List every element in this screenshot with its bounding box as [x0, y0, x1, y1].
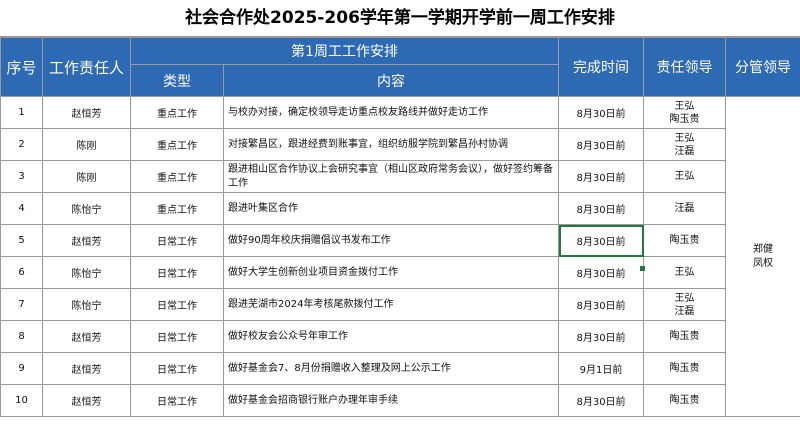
cell-person[interactable]: 赵恒芳	[42, 320, 131, 353]
cell-type[interactable]: 重点工作	[130, 160, 224, 193]
cell-no[interactable]: 8	[0, 320, 43, 353]
table-row: 1 赵恒芳 重点工作 与校办对接，确定校领导走访重点校友路线并做好走访工作 8月…	[0, 96, 800, 417]
cell-leaders[interactable]: 陶玉贵	[643, 352, 727, 385]
table-row: 9 赵恒芳 日常工作 做好基金会7、8月份捐赠收入整理及网上公示工作 9月1日前…	[0, 352, 800, 385]
cell-type[interactable]: 日常工作	[130, 256, 224, 289]
cell-person[interactable]: 赵恒芳	[42, 384, 131, 417]
cell-time[interactable]: 8月30日前	[558, 256, 645, 289]
cell-leaders[interactable]: 王弘 汪磊	[643, 128, 727, 161]
table-row: 6 陈怡宁 日常工作 做好大学生创新创业项目资金拨付工作 8月30日前 王弘	[0, 256, 800, 289]
cell-type[interactable]: 重点工作	[130, 96, 224, 129]
cell-no[interactable]: 3	[0, 160, 43, 193]
cell-leaders[interactable]: 陶玉贵	[643, 384, 727, 417]
cell-content[interactable]: 与校办对接，确定校领导走访重点校友路线并做好走访工作	[222, 96, 560, 129]
cell-person[interactable]: 陈刚	[42, 160, 131, 193]
header-fenguan[interactable]: 分管领导	[725, 37, 800, 97]
cell-no[interactable]: 5	[0, 224, 43, 257]
cell-person[interactable]: 赵恒芳	[42, 352, 131, 385]
fenguan-name: 郑健	[753, 243, 774, 255]
cell-leaders[interactable]: 陶玉贵	[643, 224, 727, 257]
leader-name: 陶玉贵	[669, 395, 700, 406]
table-body: 1 赵恒芳 重点工作 与校办对接，确定校领导走访重点校友路线并做好走访工作 8月…	[0, 96, 800, 417]
header-neirong[interactable]: 内容	[222, 64, 560, 97]
leader-name: 陶玉贵	[669, 331, 700, 342]
cell-person[interactable]: 陈刚	[42, 128, 131, 161]
table-row: 7 陈怡宁 日常工作 跟进芜湖市2024年考核尾款拨付工作 8月30日前 王弘汪…	[0, 288, 800, 321]
cell-leaders[interactable]: 陶玉贵	[643, 320, 727, 353]
cell-no[interactable]: 6	[0, 256, 43, 289]
cell-time[interactable]: 8月30日前	[558, 160, 645, 193]
cell-time-selected[interactable]: 8月30日前	[558, 224, 645, 257]
leader-name: 汪磊	[674, 145, 695, 157]
cell-person[interactable]: 陈怡宁	[42, 256, 131, 289]
header-group[interactable]: 第1周工工作安排	[129, 37, 560, 65]
table-row: 4 陈怡宁 重点工作 跟进叶集区合作 8月30日前 汪磊	[0, 192, 800, 225]
cell-person[interactable]: 赵恒芳	[42, 224, 131, 257]
cell-type[interactable]: 日常工作	[130, 352, 224, 385]
cell-no[interactable]: 1	[0, 96, 43, 129]
leader-name: 陶玉贵	[669, 363, 700, 374]
cell-time[interactable]: 8月30日前	[558, 128, 645, 161]
fenguan-name: 凤权	[753, 257, 774, 269]
header-lingdao[interactable]: 责任领导	[643, 37, 727, 97]
cell-time[interactable]: 8月30日前	[558, 384, 645, 417]
cell-content[interactable]: 做好90周年校庆捐赠倡议书发布工作	[222, 224, 560, 257]
cell-leaders[interactable]: 王弘 汪磊	[643, 288, 727, 321]
cell-leaders[interactable]: 王弘	[643, 160, 727, 193]
cell-no[interactable]: 7	[0, 288, 43, 321]
leader-name: 汪磊	[674, 305, 695, 317]
cell-type[interactable]: 日常工作	[130, 288, 224, 321]
cell-time[interactable]: 8月30日前	[558, 96, 645, 129]
cell-type[interactable]: 重点工作	[130, 128, 224, 161]
cell-content[interactable]: 跟进相山区合作协议上会研究事宜（相山区政府常务会议），做好签约筹备工作	[222, 160, 560, 193]
cell-type[interactable]: 日常工作	[130, 384, 224, 417]
leader-name: 王弘	[674, 171, 695, 182]
cell-no[interactable]: 10	[0, 384, 43, 417]
leader-name: 王弘	[674, 267, 695, 278]
table-row: 5 赵恒芳 日常工作 做好90周年校庆捐赠倡议书发布工作 8月30日前 陶玉贵	[0, 224, 800, 257]
cell-type[interactable]: 日常工作	[130, 224, 224, 257]
cell-person[interactable]: 陈怡宁	[42, 192, 131, 225]
table-row: 8 赵恒芳 日常工作 做好校友会公众号年审工作 8月30日前 陶玉贵	[0, 320, 800, 353]
cell-content[interactable]: 做好大学生创新创业项目资金拨付工作	[222, 256, 560, 289]
cell-content[interactable]: 做好基金会招商银行账户办理年审手续	[222, 384, 560, 417]
cell-no[interactable]: 9	[0, 352, 43, 385]
table-row: 10 赵恒芳 日常工作 做好基金会招商银行账户办理年审手续 8月30日前 陶玉贵	[0, 384, 800, 417]
header-shijian[interactable]: 完成时间	[558, 37, 645, 97]
leader-name: 汪磊	[674, 203, 695, 214]
spreadsheet: 社会合作处2025-206学年第一学期开学前一周工作安排 序号 工作责任人 第1…	[0, 0, 800, 434]
header-zerenren[interactable]: 工作责任人	[42, 37, 131, 97]
cell-time[interactable]: 8月30日前	[558, 288, 645, 321]
cell-leaders[interactable]: 王弘	[643, 256, 727, 289]
leader-name: 陶玉贵	[669, 235, 700, 246]
fill-handle[interactable]	[640, 266, 645, 271]
header-xuhao[interactable]: 序号	[0, 37, 43, 97]
cell-time[interactable]: 9月1日前	[558, 352, 645, 385]
leader-name: 陶玉贵	[669, 113, 700, 125]
leader-name: 王弘	[674, 292, 695, 304]
leader-name: 王弘	[674, 100, 695, 112]
cell-fenguan[interactable]: 郑健 凤权	[725, 96, 800, 417]
cell-content[interactable]: 跟进芜湖市2024年考核尾款拨付工作	[222, 288, 560, 321]
cell-content[interactable]: 跟进叶集区合作	[222, 192, 560, 225]
cell-content[interactable]: 对接繁昌区，跟进经费到账事宜，组织纺服学院到繁昌孙村协调	[222, 128, 560, 161]
cell-type[interactable]: 日常工作	[130, 320, 224, 353]
table-row: 3 陈刚 重点工作 跟进相山区合作协议上会研究事宜（相山区政府常务会议），做好签…	[0, 160, 800, 193]
cell-type[interactable]: 重点工作	[130, 192, 224, 225]
leader-name: 王弘	[674, 132, 695, 144]
cell-content[interactable]: 做好校友会公众号年审工作	[222, 320, 560, 353]
cell-leaders[interactable]: 王弘 陶玉贵	[643, 96, 727, 129]
table-row: 2 陈刚 重点工作 对接繁昌区，跟进经费到账事宜，组织纺服学院到繁昌孙村协调 8…	[0, 128, 800, 161]
cell-no[interactable]: 4	[0, 192, 43, 225]
cell-time[interactable]: 8月30日前	[558, 192, 645, 225]
header-leixing[interactable]: 类型	[130, 64, 224, 97]
cell-content[interactable]: 做好基金会7、8月份捐赠收入整理及网上公示工作	[222, 352, 560, 385]
sheet-title[interactable]: 社会合作处2025-206学年第一学期开学前一周工作安排	[0, 0, 800, 37]
cell-person[interactable]: 陈怡宁	[42, 288, 131, 321]
schedule-table: 序号 工作责任人 第1周工工作安排 完成时间 责任领导 分管领导 类型 内容 1…	[0, 37, 800, 417]
cell-person[interactable]: 赵恒芳	[42, 96, 131, 129]
cell-time[interactable]: 8月30日前	[558, 320, 645, 353]
cell-leaders[interactable]: 汪磊	[643, 192, 727, 225]
cell-no[interactable]: 2	[0, 128, 43, 161]
